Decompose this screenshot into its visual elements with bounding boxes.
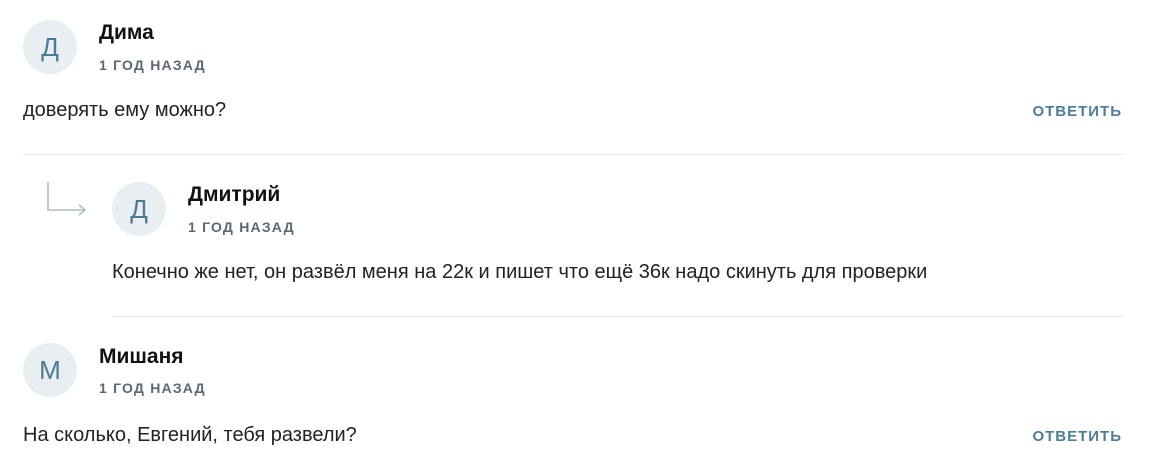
comment-timestamp: 1 ГОД НАЗАД [99, 380, 206, 396]
divider [23, 154, 1124, 155]
reply-button[interactable]: ОТВЕТИТЬ [1032, 103, 1122, 120]
avatar[interactable]: Д [23, 20, 77, 74]
reply-arrow-icon [47, 182, 87, 216]
comment-timestamp: 1 ГОД НАЗАД [188, 219, 295, 235]
reply-button[interactable]: ОТВЕТИТЬ [1032, 428, 1122, 445]
comment-text: Конечно же нет, он развёл меня на 22к и … [112, 261, 928, 283]
comment-text: доверять ему можно? [23, 99, 227, 121]
avatar[interactable]: Д [112, 182, 166, 236]
comment-text: На сколько, Евгений, тебя развели? [23, 424, 357, 446]
avatar[interactable]: М [23, 343, 77, 397]
divider [112, 316, 1124, 317]
comment-timestamp: 1 ГОД НАЗАД [99, 57, 206, 73]
comment-author[interactable]: Дима [99, 21, 154, 45]
comment-author[interactable]: Дмитрий [188, 183, 280, 207]
comment-author[interactable]: Мишаня [99, 345, 184, 369]
